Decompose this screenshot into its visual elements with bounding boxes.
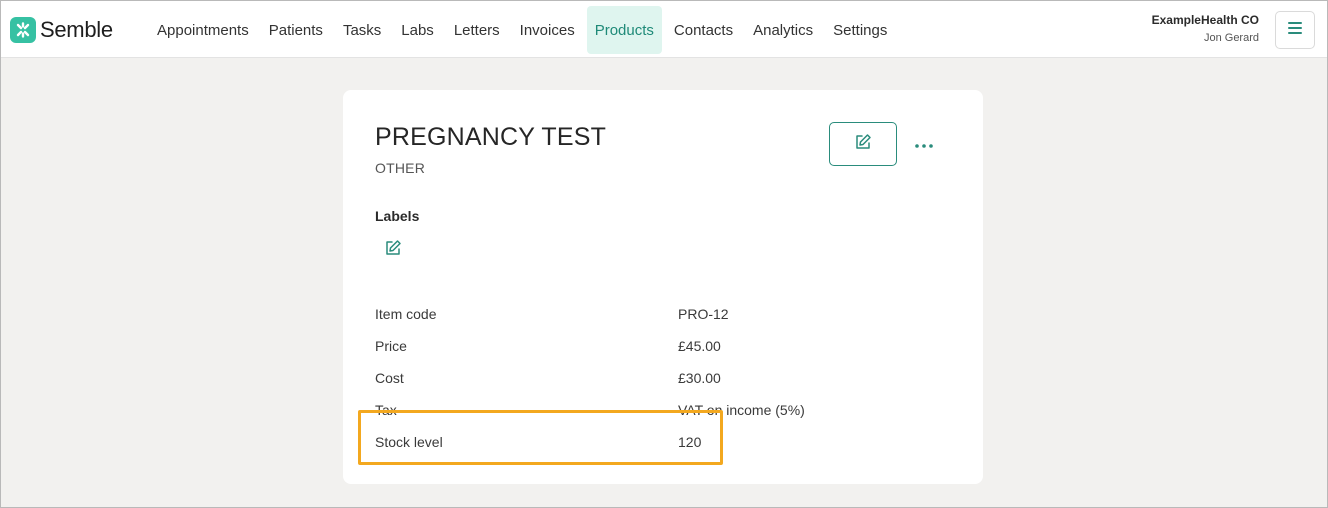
detail-value: 120 [678, 434, 702, 450]
detail-label: Stock level [375, 434, 443, 450]
detail-row-tax: Tax VAT on income (5%) [375, 394, 935, 426]
detail-row-item-code: Item code PRO-12 [375, 298, 935, 330]
detail-row-cost: Cost £30.00 [375, 362, 935, 394]
edit-product-button[interactable] [829, 122, 897, 166]
semble-logo[interactable]: Semble [10, 17, 113, 43]
nav-item-labs[interactable]: Labs [393, 6, 442, 54]
nav-item-appointments[interactable]: Appointments [149, 6, 257, 54]
labels-heading: Labels [375, 208, 420, 224]
detail-value: PRO-12 [678, 306, 729, 322]
more-horizontal-icon [915, 135, 933, 153]
detail-row-stock-level: Stock level 120 [375, 426, 935, 458]
main-menu-button[interactable] [1275, 11, 1315, 49]
product-title: PREGNANCY TEST [375, 123, 607, 151]
product-category: OTHER [375, 160, 425, 176]
product-detail-card: PREGNANCY TEST OTHER Labels Item code PR… [343, 90, 983, 484]
edit-icon [854, 133, 872, 156]
detail-value: £45.00 [678, 338, 721, 354]
detail-label: Cost [375, 370, 404, 386]
edit-icon [384, 239, 402, 262]
nav-item-products[interactable]: Products [586, 6, 662, 54]
nav-item-contacts[interactable]: Contacts [666, 6, 741, 54]
account-info[interactable]: ExampleHealth CO Jon Gerard [1152, 13, 1259, 44]
detail-label: Tax [375, 402, 397, 418]
detail-row-price: Price £45.00 [375, 330, 935, 362]
detail-value: £30.00 [678, 370, 721, 386]
organization-name: ExampleHealth CO [1151, 13, 1259, 27]
detail-value: VAT on income (5%) [678, 402, 805, 418]
nav-item-letters[interactable]: Letters [446, 6, 508, 54]
main-nav: Appointments Patients Tasks Labs Letters… [149, 6, 899, 54]
top-navigation-bar: Semble Appointments Patients Tasks Labs … [1, 1, 1327, 58]
nav-item-patients[interactable]: Patients [261, 6, 331, 54]
hamburger-icon [1288, 21, 1302, 39]
more-options-button[interactable] [909, 130, 939, 158]
semble-logo-icon [10, 17, 36, 43]
nav-item-settings[interactable]: Settings [825, 6, 895, 54]
nav-item-invoices[interactable]: Invoices [512, 6, 583, 54]
detail-label: Item code [375, 306, 437, 322]
brand-name: Semble [40, 17, 113, 42]
nav-item-tasks[interactable]: Tasks [335, 6, 389, 54]
edit-labels-button[interactable] [381, 238, 405, 262]
detail-label: Price [375, 338, 407, 354]
product-details-list: Item code PRO-12 Price £45.00 Cost £30.0… [375, 298, 935, 458]
nav-item-analytics[interactable]: Analytics [745, 6, 821, 54]
user-name: Jon Gerard [1203, 32, 1259, 44]
